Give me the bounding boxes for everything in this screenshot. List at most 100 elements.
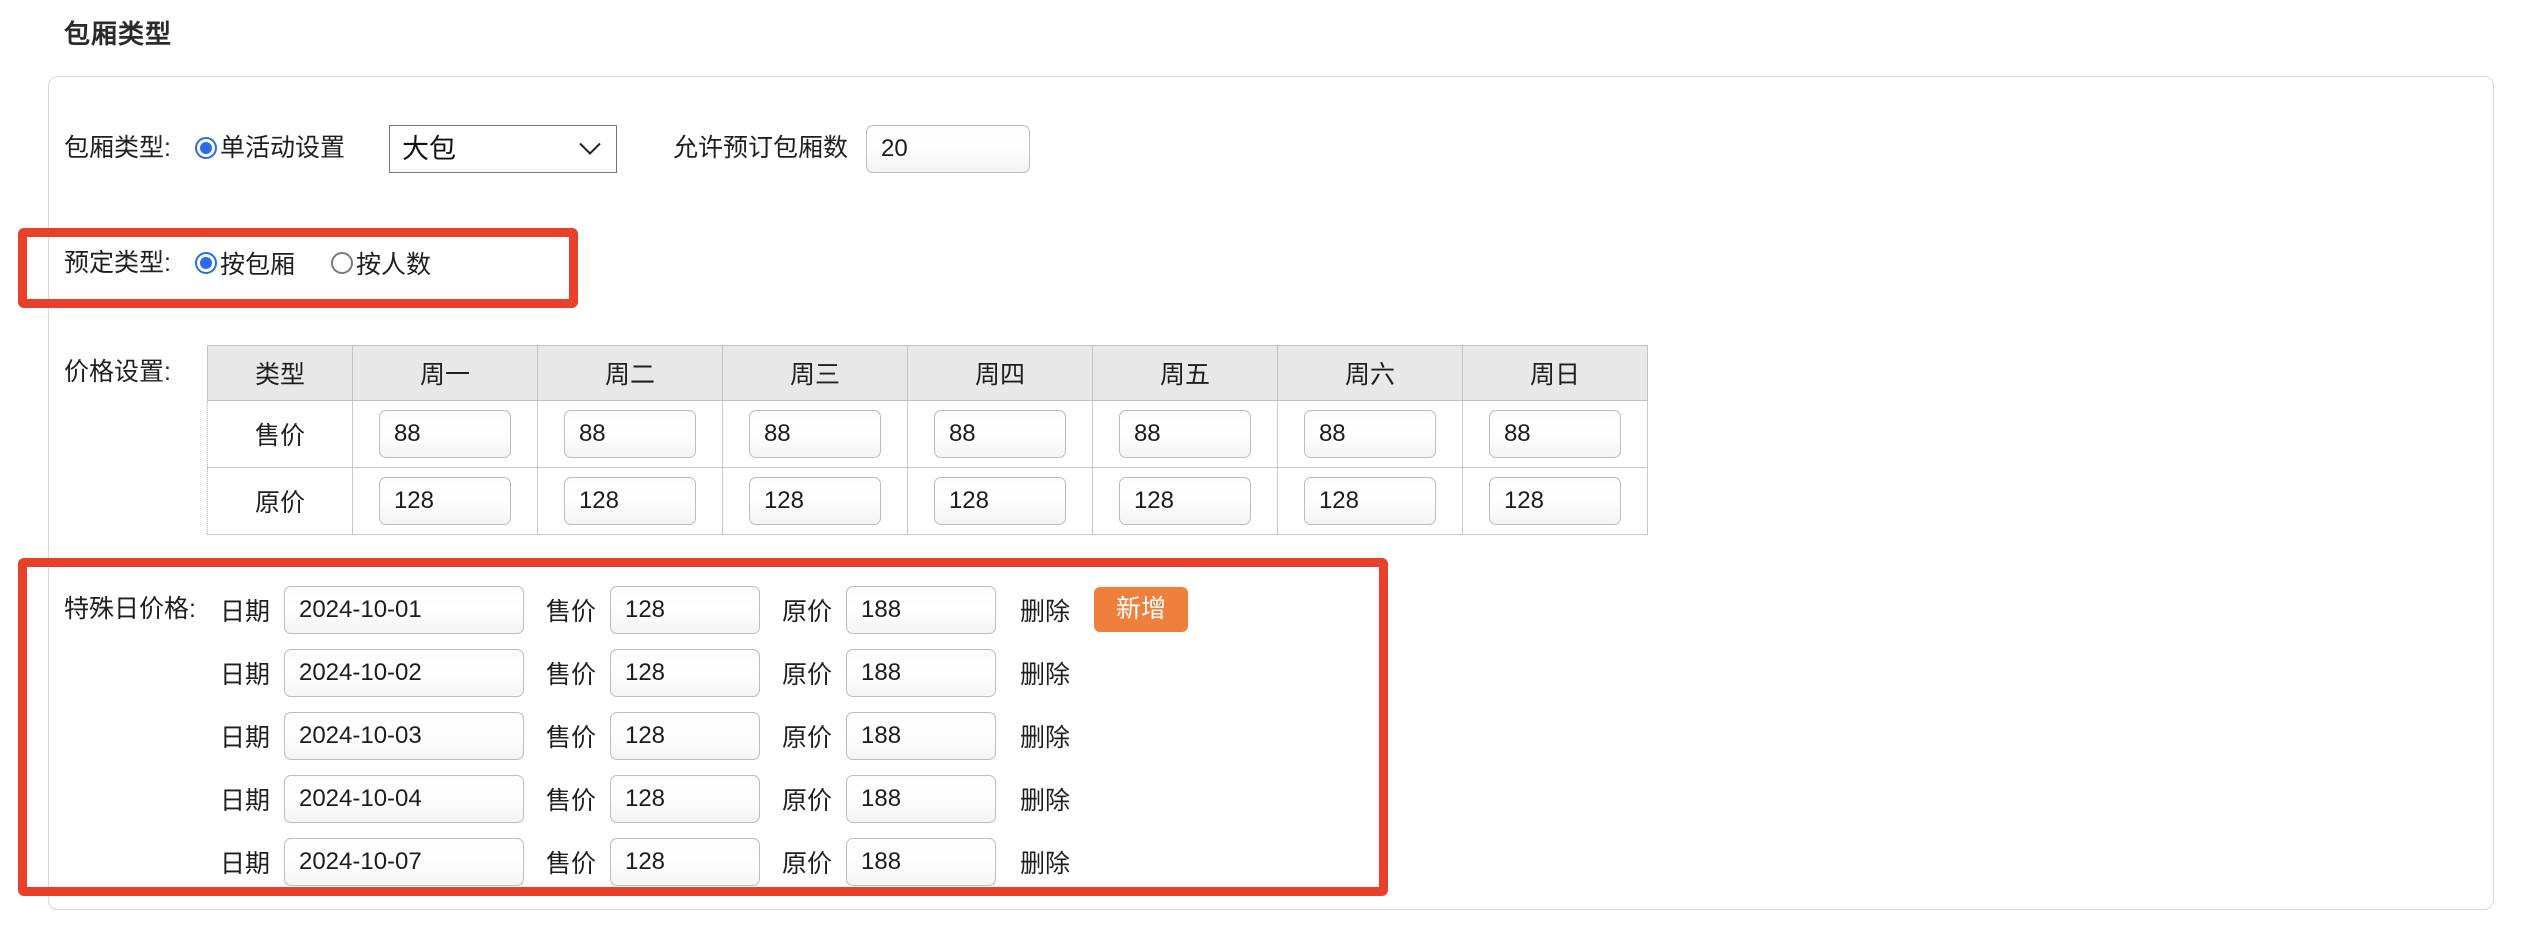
- radio-filled-icon: [194, 252, 217, 274]
- price-cell: [721, 467, 908, 535]
- special-date-input-2[interactable]: [283, 648, 524, 697]
- price-input-sale-mon[interactable]: [378, 410, 511, 458]
- special-sale-label: 售价: [545, 597, 596, 626]
- list-item: 日期 售价 原价 删除 新增: [219, 578, 1189, 641]
- special-sale-label: 售价: [545, 723, 596, 752]
- price-input-sale-sat[interactable]: [1303, 410, 1436, 458]
- price-input-origin-fri[interactable]: [1118, 477, 1251, 525]
- delete-link-3[interactable]: 删除: [1020, 718, 1070, 754]
- price-cell: [1091, 467, 1278, 535]
- delete-link-5[interactable]: 删除: [1020, 844, 1070, 880]
- price-table: 类型 周一 周二 周三 周四 周五 周六 周日 售价 88 88 88 88 8…: [206, 345, 1648, 535]
- special-date-label: 日期: [219, 723, 270, 752]
- special-date-input-1[interactable]: [283, 585, 524, 634]
- price-cell: [1461, 400, 1648, 468]
- special-origin-label: 原价: [781, 786, 832, 815]
- price-input-origin-wed[interactable]: [748, 477, 881, 525]
- price-settings-label: 价格设置:: [64, 358, 171, 386]
- special-sale-input-1[interactable]: [609, 585, 760, 634]
- allowed-room-count-input[interactable]: [865, 125, 1030, 173]
- special-date-input-4[interactable]: [283, 774, 524, 823]
- allowed-room-count-label: 允许预订包厢数: [672, 134, 848, 162]
- price-input-sale-sun[interactable]: [1488, 410, 1621, 458]
- price-cell: [1276, 467, 1463, 535]
- price-cell: [721, 400, 908, 468]
- price-input-origin-tue[interactable]: [563, 477, 696, 525]
- list-item: 日期 售价 原价 删除: [220, 704, 1188, 767]
- special-date-label: 日期: [219, 597, 270, 626]
- special-origin-label: 原价: [781, 849, 832, 878]
- table-row: 原价: [206, 467, 1648, 535]
- price-table-header-cell: 周二: [536, 345, 723, 401]
- delete-link-1[interactable]: 删除: [1020, 592, 1070, 628]
- special-origin-input-2[interactable]: [846, 648, 996, 697]
- booking-type-label: 预定类型:: [64, 249, 171, 277]
- room-type-radio-single-activity[interactable]: 单活动设置: [194, 125, 345, 171]
- list-item: 日期 售价 原价 删除: [220, 641, 1188, 704]
- price-input-origin-sun[interactable]: [1488, 477, 1621, 525]
- price-settings-row: 价格设置: 类型 周一 周二 周三 周四 周五 周六 周日 售价 88 88 8…: [64, 345, 1648, 535]
- price-table-header-cell: 周五: [1091, 345, 1278, 401]
- special-date-label: 日期: [219, 786, 270, 815]
- price-table-header-cell: 类型: [206, 345, 353, 401]
- list-item: 日期 售价 原价 删除: [220, 830, 1188, 893]
- special-origin-input-5[interactable]: [846, 837, 996, 886]
- list-item: 日期 售价 原价 删除: [220, 767, 1188, 830]
- room-type-label: 包厢类型:: [64, 134, 171, 162]
- price-cell: [536, 400, 723, 468]
- special-origin-input-1[interactable]: [846, 585, 996, 634]
- booking-type-radio-by-people[interactable]: 按人数: [330, 245, 431, 281]
- price-cell: [351, 400, 538, 468]
- room-type-row: 包厢类型: 单活动设置 大包 允许预订包厢数: [64, 125, 1030, 173]
- page-title: 包厢类型: [64, 19, 173, 49]
- room-type-select-wrap[interactable]: 大包: [388, 125, 617, 173]
- special-sale-label: 售价: [545, 660, 596, 689]
- price-cell: [1276, 400, 1463, 468]
- price-cell: [351, 467, 538, 535]
- delete-link-4[interactable]: 删除: [1020, 781, 1070, 817]
- price-row-label: 原价: [206, 467, 353, 535]
- price-cell: [1461, 467, 1648, 535]
- price-cell: [906, 400, 1093, 468]
- price-table-header-cell: 周日: [1461, 345, 1648, 401]
- special-sale-input-4[interactable]: [609, 774, 760, 823]
- price-table-header-row: 类型 周一 周二 周三 周四 周五 周六 周日: [206, 345, 1648, 401]
- price-input-sale-fri[interactable]: [1118, 410, 1251, 458]
- special-sale-input-3[interactable]: [609, 711, 760, 760]
- special-origin-input-3[interactable]: [846, 711, 996, 760]
- special-sale-input-5[interactable]: [609, 837, 760, 886]
- booking-type-radio-group: 按包厢 按人数: [194, 240, 431, 286]
- price-cell: [1091, 400, 1278, 468]
- price-input-origin-sat[interactable]: [1303, 477, 1436, 525]
- price-input-sale-wed[interactable]: [748, 410, 881, 458]
- table-row: 售价: [206, 400, 1648, 468]
- special-sale-label: 售价: [545, 849, 596, 878]
- price-table-header-cell: 周三: [721, 345, 908, 401]
- special-date-input-3[interactable]: [283, 711, 524, 760]
- special-origin-input-4[interactable]: [846, 774, 996, 823]
- special-date-label: 日期: [219, 849, 270, 878]
- special-date-input-5[interactable]: [283, 837, 524, 886]
- room-type-select[interactable]: 大包: [388, 125, 617, 173]
- radio-filled-icon: [194, 137, 217, 159]
- price-table-header-cell: 周六: [1276, 345, 1463, 401]
- special-sale-input-2[interactable]: [609, 648, 760, 697]
- price-cell: [536, 467, 723, 535]
- booking-type-row: 预定类型: 按包厢 按人数: [64, 240, 431, 286]
- special-origin-label: 原价: [781, 597, 832, 626]
- special-prices-list: 日期 售价 原价 删除 新增 日期 售价 原价 删除 日期 售价: [219, 578, 1189, 893]
- price-input-origin-thu[interactable]: [933, 477, 1066, 525]
- price-table-header-cell: 周四: [906, 345, 1093, 401]
- booking-type-radio-by-room[interactable]: 按包厢: [194, 245, 295, 281]
- special-date-label: 日期: [219, 660, 270, 689]
- price-input-sale-tue[interactable]: [563, 410, 696, 458]
- add-button[interactable]: 新增: [1094, 587, 1189, 632]
- price-input-origin-mon[interactable]: [378, 477, 511, 525]
- price-cell: [906, 467, 1093, 535]
- delete-link-2[interactable]: 删除: [1020, 655, 1070, 691]
- special-sale-label: 售价: [545, 786, 596, 815]
- price-input-sale-thu[interactable]: [933, 410, 1066, 458]
- special-origin-label: 原价: [781, 660, 832, 689]
- special-origin-label: 原价: [781, 723, 832, 752]
- price-table-header-cell: 周一: [351, 345, 538, 401]
